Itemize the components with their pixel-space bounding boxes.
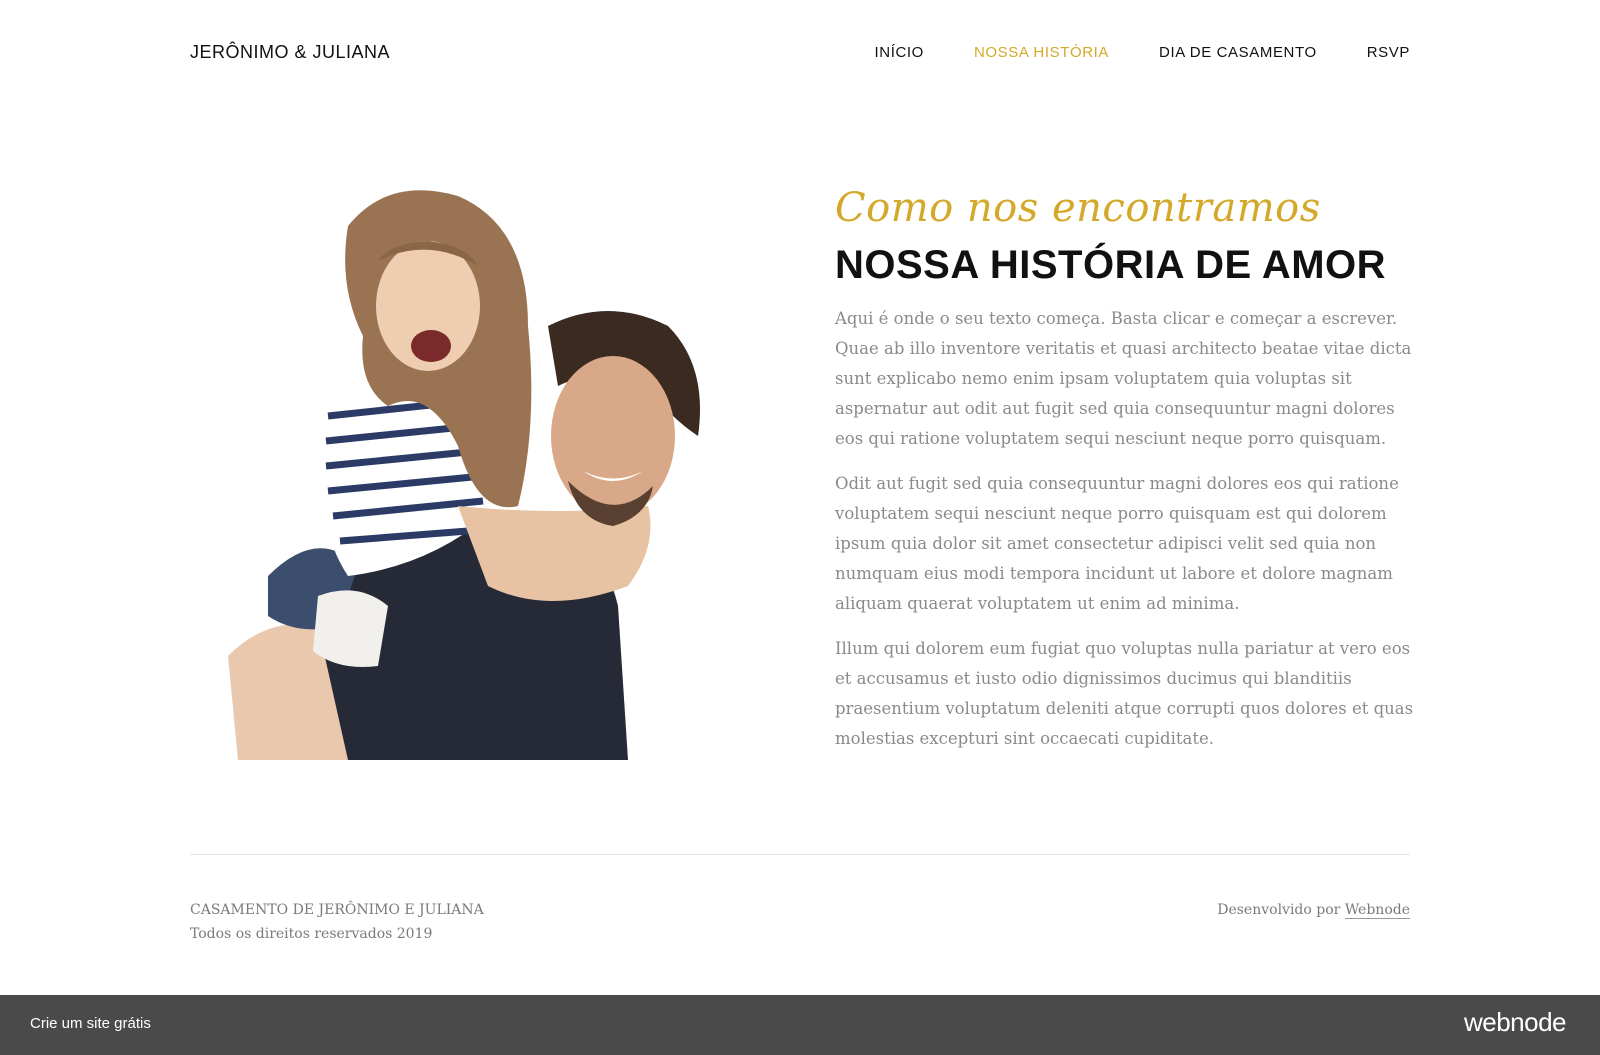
nav-item-rsvp[interactable]: RSVP [1367, 44, 1410, 61]
story-paragraph-1: Aqui é onde o seu texto começa. Basta cl… [835, 309, 1412, 448]
create-site-link[interactable]: Crie um site grátis [30, 1015, 151, 1032]
site-brand[interactable]: JERÔNIMO & JULIANA [190, 42, 390, 63]
footer-divider [190, 854, 1410, 855]
story-content: Como nos encontramos NOSSA HISTÓRIA DE A… [835, 184, 1415, 754]
nav-item-inicio[interactable]: INÍCIO [875, 44, 924, 61]
site-header: JERÔNIMO & JULIANA INÍCIO NOSSA HISTÓRIA… [190, 38, 1410, 68]
nav-item-nossa-historia[interactable]: NOSSA HISTÓRIA [974, 44, 1109, 61]
main-nav: INÍCIO NOSSA HISTÓRIA DIA DE CASAMENTO R… [825, 44, 1411, 61]
story-paragraph-2: Odit aut fugit sed quia consequuntur mag… [835, 474, 1399, 613]
footer-powered-by: Desenvolvido por Webnode [1217, 898, 1410, 922]
footer-title: CASAMENTO DE JERÔNIMO E JULIANA [190, 902, 484, 918]
powered-by-label: Desenvolvido por [1217, 902, 1341, 918]
couple-photo [228, 190, 700, 760]
nav-item-dia-de-casamento[interactable]: DIA DE CASAMENTO [1159, 44, 1317, 61]
story-paragraph-3: Illum qui dolorem eum fugiat quo volupta… [835, 639, 1414, 748]
section-title: NOSSA HISTÓRIA DE AMOR [835, 243, 1387, 287]
footer-info: CASAMENTO DE JERÔNIMO E JULIANA Todos os… [190, 898, 484, 946]
webnode-logo[interactable]: webnode [1464, 1007, 1567, 1038]
webnode-link[interactable]: Webnode [1344, 902, 1410, 919]
section-subtitle: Como nos encontramos [835, 185, 1321, 231]
footer-copyright: Todos os direitos reservados 2019 [190, 926, 433, 942]
promo-bar: Crie um site grátis webnode [0, 995, 1600, 1055]
